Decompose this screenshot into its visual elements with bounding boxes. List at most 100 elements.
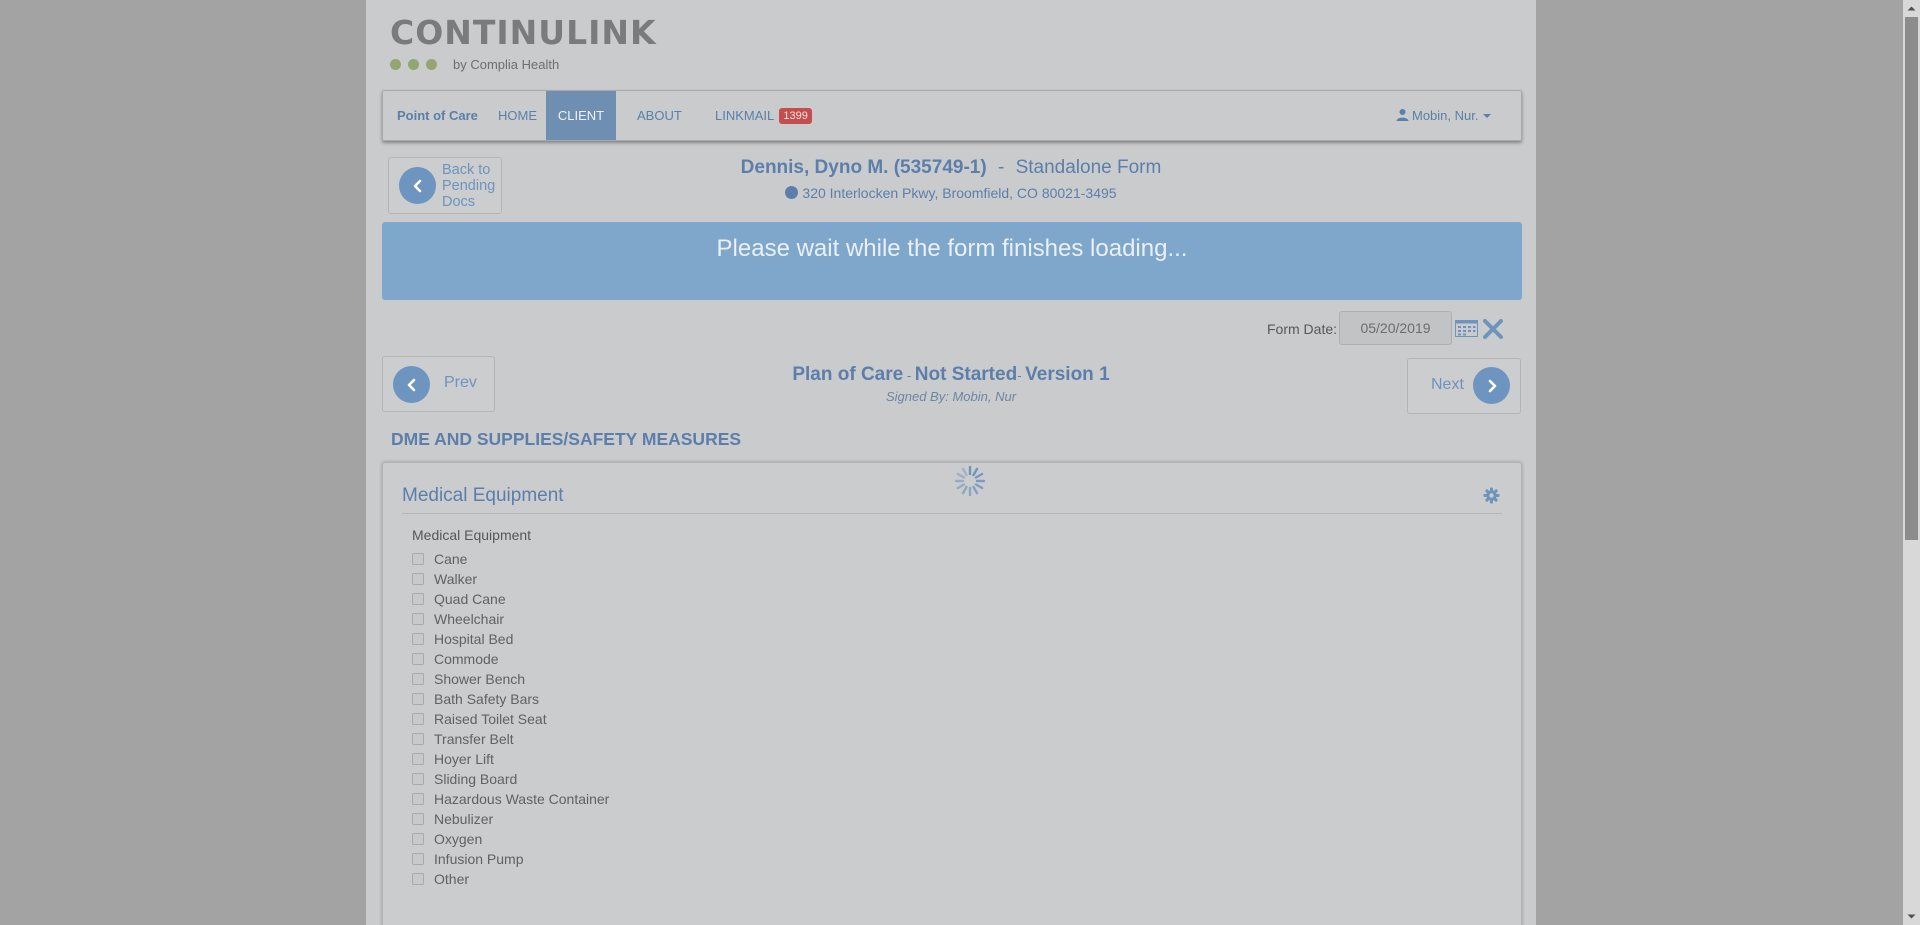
equipment-option[interactable]: Quad Cane bbox=[412, 589, 609, 609]
checkbox[interactable] bbox=[412, 873, 424, 885]
equipment-option[interactable]: Hazardous Waste Container bbox=[412, 789, 609, 809]
equipment-option-label: Bath Safety Bars bbox=[434, 691, 540, 707]
equipment-option-label: Walker bbox=[434, 571, 478, 587]
form-title-separator: - bbox=[1017, 368, 1026, 383]
form-title: Plan of Care - Not Started- Version 1 bbox=[366, 364, 1536, 386]
nav-item-about[interactable]: ABOUT bbox=[637, 91, 682, 140]
client-header: Dennis, Dyno M. (535749-1) - Standalone … bbox=[366, 157, 1536, 179]
logo-dot bbox=[408, 59, 419, 70]
nav-item-home[interactable]: HOME bbox=[498, 91, 537, 140]
section-heading: DME AND SUPPLIES/SAFETY MEASURES bbox=[391, 429, 742, 449]
form-date-label: Form Date: bbox=[1267, 321, 1338, 337]
spinner-icon bbox=[954, 465, 986, 497]
checkbox[interactable] bbox=[412, 653, 424, 665]
equipment-option-label: Transfer Belt bbox=[434, 731, 514, 747]
equipment-option[interactable]: Transfer Belt bbox=[412, 729, 609, 749]
equipment-option[interactable]: Bath Safety Bars bbox=[412, 689, 609, 709]
equipment-option[interactable]: Other bbox=[412, 869, 609, 889]
form-status: Not Started bbox=[914, 364, 1018, 385]
gear-icon[interactable] bbox=[1483, 487, 1500, 504]
medical-equipment-panel: Medical Equipment Medical Equipment Cane… bbox=[382, 462, 1522, 925]
equipment-option-label: Wheelchair bbox=[434, 611, 505, 627]
checkbox[interactable] bbox=[412, 713, 424, 725]
form-version: Version 1 bbox=[1025, 364, 1110, 385]
equipment-option-label: Sliding Board bbox=[434, 771, 518, 787]
equipment-option-label: Hospital Bed bbox=[434, 631, 514, 647]
signed-by: Signed By: Mobin, Nur bbox=[885, 389, 1017, 404]
client-address: 320 Interlocken Pkwy, Broomfield, CO 800… bbox=[366, 185, 1536, 201]
nav-item-linkmail[interactable]: LINKMAIL 1399 bbox=[715, 91, 812, 140]
next-button[interactable]: Next bbox=[1407, 358, 1521, 414]
checkbox[interactable] bbox=[412, 633, 424, 645]
calendar-icon[interactable] bbox=[1455, 320, 1478, 337]
checkbox[interactable] bbox=[412, 793, 424, 805]
scrollbar-thumb[interactable] bbox=[1905, 17, 1918, 540]
checkbox[interactable] bbox=[412, 733, 424, 745]
top-navbar: Point of Care HOME CLIENT ABOUT LINKMAIL… bbox=[382, 90, 1522, 141]
form-name: Plan of Care bbox=[792, 364, 904, 385]
equipment-option-label: Infusion Pump bbox=[434, 851, 524, 867]
equipment-option-label: Raised Toilet Seat bbox=[434, 711, 547, 727]
equipment-option[interactable]: Oxygen bbox=[412, 829, 609, 849]
field-label: Medical Equipment bbox=[412, 527, 532, 543]
checkbox[interactable] bbox=[412, 593, 424, 605]
divider bbox=[402, 513, 1502, 514]
checkbox[interactable] bbox=[412, 553, 424, 565]
equipment-option[interactable]: Raised Toilet Seat bbox=[412, 709, 609, 729]
scroll-up-arrow-icon[interactable] bbox=[1903, 0, 1920, 17]
logo-tagline: by Complia Health bbox=[453, 57, 560, 72]
equipment-option[interactable]: Nebulizer bbox=[412, 809, 609, 829]
equipment-option-label: Oxygen bbox=[434, 831, 483, 847]
globe-icon bbox=[785, 186, 799, 199]
equipment-option-label: Cane bbox=[434, 551, 468, 567]
equipment-option-label: Quad Cane bbox=[434, 591, 506, 607]
checkbox[interactable] bbox=[412, 573, 424, 585]
nav-linkmail-label: LINKMAIL bbox=[715, 108, 774, 123]
form-title-separator: - bbox=[903, 368, 915, 383]
chevron-down-icon bbox=[1483, 114, 1492, 118]
equipment-option-label: Commode bbox=[434, 651, 499, 667]
checkbox[interactable] bbox=[412, 673, 424, 685]
user-menu[interactable]: Mobin, Nur. bbox=[1396, 91, 1492, 140]
equipment-option[interactable]: Hospital Bed bbox=[412, 629, 609, 649]
logo-dot bbox=[426, 59, 437, 70]
next-label: Next bbox=[1431, 376, 1464, 393]
equipment-option[interactable]: Hoyer Lift bbox=[412, 749, 609, 769]
linkmail-count-badge: 1399 bbox=[779, 108, 812, 124]
form-kind: Standalone Form bbox=[1015, 157, 1162, 178]
logo-wordmark: CONTINULINK bbox=[390, 13, 657, 52]
page-container: CONTINULINK by Complia Health Point of C… bbox=[366, 0, 1536, 925]
form-date-input[interactable]: 05/20/2019 bbox=[1339, 311, 1452, 345]
equipment-option[interactable]: Commode bbox=[412, 649, 609, 669]
equipment-option[interactable]: Shower Bench bbox=[412, 669, 609, 689]
equipment-option-label: Other bbox=[434, 871, 470, 887]
scroll-down-arrow-icon[interactable] bbox=[1903, 908, 1920, 925]
user-name: Mobin, Nur. bbox=[1412, 108, 1479, 123]
nav-item-client[interactable]: CLIENT bbox=[546, 91, 616, 140]
equipment-option[interactable]: Wheelchair bbox=[412, 609, 609, 629]
equipment-option[interactable]: Cane bbox=[412, 549, 609, 569]
checkbox[interactable] bbox=[412, 813, 424, 825]
checkbox[interactable] bbox=[412, 853, 424, 865]
loading-banner: Please wait while the form finishes load… bbox=[382, 222, 1522, 300]
page-scrollbar[interactable] bbox=[1903, 0, 1920, 925]
checkbox[interactable] bbox=[412, 613, 424, 625]
equipment-option-label: Hazardous Waste Container bbox=[434, 791, 610, 807]
equipment-option[interactable]: Sliding Board bbox=[412, 769, 609, 789]
checkbox[interactable] bbox=[412, 833, 424, 845]
logo: CONTINULINK by Complia Health bbox=[390, 16, 657, 72]
equipment-option-label: Nebulizer bbox=[434, 811, 494, 827]
logo-dot bbox=[390, 59, 401, 70]
equipment-option[interactable]: Infusion Pump bbox=[412, 849, 609, 869]
panel-title: Medical Equipment bbox=[402, 485, 564, 506]
equipment-checkbox-list: Cane Walker Quad Cane Wheelchair Hospital Be… bbox=[412, 549, 609, 889]
checkbox[interactable] bbox=[412, 753, 424, 765]
equipment-option[interactable]: Walker bbox=[412, 569, 609, 589]
checkbox[interactable] bbox=[412, 773, 424, 785]
checkbox[interactable] bbox=[412, 693, 424, 705]
equipment-option-label: Hoyer Lift bbox=[434, 751, 494, 767]
client-address-text: 320 Interlocken Pkwy, Broomfield, CO 800… bbox=[802, 185, 1117, 201]
nav-brand-point-of-care[interactable]: Point of Care bbox=[397, 91, 478, 140]
chevron-right-icon bbox=[1473, 367, 1510, 404]
close-icon[interactable] bbox=[1482, 318, 1504, 340]
